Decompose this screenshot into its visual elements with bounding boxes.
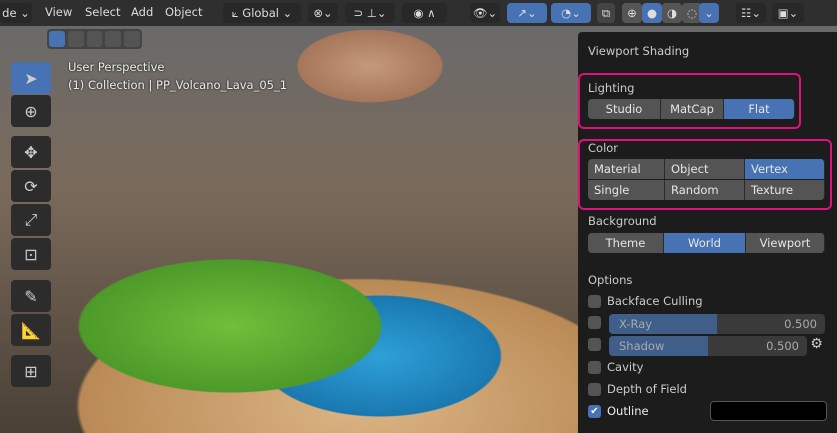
transform-orientation-select[interactable]: ⟀ Global ⌄: [223, 3, 301, 23]
checkbox-icon: [588, 360, 601, 374]
menu-object[interactable]: Object: [165, 5, 202, 19]
color-label: Color: [588, 141, 619, 155]
depth-of-field-checkbox[interactable]: Depth of Field: [588, 382, 687, 396]
menu-view[interactable]: View: [45, 5, 72, 19]
menu-select[interactable]: Select: [85, 5, 120, 19]
color-random-button[interactable]: Random: [665, 180, 745, 200]
wireframe-shading-button[interactable]: ⊕: [622, 3, 642, 23]
background-label: Background: [588, 214, 657, 228]
shadow-checkbox[interactable]: [588, 338, 601, 351]
lighting-flat-button[interactable]: Flat: [724, 99, 795, 119]
checkbox-icon: [588, 294, 601, 308]
color-material-button[interactable]: Material: [588, 159, 665, 179]
cavity-checkbox[interactable]: Cavity: [588, 360, 643, 374]
gizmo-toggle-button[interactable]: ↗⌄: [507, 3, 547, 23]
shadow-intensity-slider[interactable]: Shadow 0.500: [609, 336, 807, 356]
select-box-tool-icon[interactable]: ➤: [11, 62, 51, 94]
lighting-label: Lighting: [588, 81, 635, 95]
checkbox-icon: [588, 316, 601, 329]
shading-dropdown-button[interactable]: ⌄: [699, 3, 719, 23]
xray-label: X-Ray: [619, 317, 653, 331]
color-vertex-button[interactable]: Vertex: [745, 159, 825, 179]
lighting-studio-button[interactable]: Studio: [588, 99, 661, 119]
visibility-button[interactable]: 👁⌄: [470, 3, 500, 23]
backface-culling-label: Backface Culling: [607, 294, 703, 308]
rotate-tool-icon[interactable]: ⟳: [11, 170, 51, 202]
color-single-button[interactable]: Single: [588, 180, 665, 200]
orientation-icon: ⟀: [231, 5, 239, 20]
overlays-toggle-button[interactable]: ◔⌄: [551, 3, 591, 23]
select-extend-icon[interactable]: [67, 31, 84, 47]
outline-color-swatch[interactable]: [710, 401, 827, 421]
move-tool-icon[interactable]: ✥: [11, 136, 51, 168]
checkbox-icon: [588, 382, 601, 396]
pivot-point-button[interactable]: ⊗⌄: [308, 3, 338, 23]
select-new-icon[interactable]: [49, 31, 65, 47]
shadow-label: Shadow: [619, 339, 665, 353]
popover-title: Viewport Shading: [588, 44, 690, 58]
checkbox-icon: [588, 338, 601, 351]
cavity-label: Cavity: [607, 360, 644, 374]
xray-alpha-slider[interactable]: X-Ray 0.500: [609, 314, 825, 334]
backface-culling-checkbox[interactable]: Backface Culling: [588, 294, 703, 308]
outliner-filter-button[interactable]: ☷⌄: [736, 3, 766, 23]
background-viewport-button[interactable]: Viewport: [746, 233, 825, 253]
transform-tool-icon[interactable]: ⊡: [11, 238, 51, 270]
depth-of-field-label: Depth of Field: [607, 382, 687, 396]
menu-add[interactable]: Add: [131, 5, 153, 19]
proportional-editing-button[interactable]: ◉ ∧: [402, 3, 447, 23]
select-invert-icon[interactable]: [105, 31, 122, 47]
color-object-button[interactable]: Object: [665, 159, 745, 179]
snap-button[interactable]: ⊃ ⊥⌄: [345, 3, 395, 23]
mode-label: de: [2, 6, 17, 20]
add-cube-tool-icon[interactable]: ⊞: [11, 355, 51, 387]
scale-tool-icon[interactable]: ⤢: [11, 204, 51, 236]
solid-shading-button[interactable]: ●: [642, 3, 662, 23]
outline-checkbox[interactable]: ✔ Outline: [588, 404, 649, 418]
annotate-tool-icon[interactable]: ✎: [11, 280, 51, 312]
collection-label: (1) Collection | PP_Volcano_Lava_05_1: [68, 78, 288, 92]
xray-checkbox[interactable]: [588, 316, 601, 329]
options-label: Options: [588, 273, 633, 287]
background-theme-button[interactable]: Theme: [588, 233, 664, 253]
viewport-header: de ⌄ View Select Add Object ⟀ Global ⌄ ⊗…: [0, 0, 837, 26]
measure-tool-icon[interactable]: 📐: [11, 314, 51, 346]
material-preview-button[interactable]: ◑: [662, 3, 682, 23]
select-subtract-icon[interactable]: [86, 31, 103, 47]
display-mode-button[interactable]: ▣⌄: [772, 3, 804, 23]
select-intersect-icon[interactable]: [124, 31, 140, 47]
perspective-label: User Perspective: [68, 60, 165, 74]
outline-label: Outline: [607, 404, 649, 418]
color-texture-button[interactable]: Texture: [745, 180, 825, 200]
shadow-value: 0.500: [766, 339, 799, 353]
cursor-tool-icon[interactable]: ⊕: [11, 95, 51, 127]
xray-value: 0.500: [784, 317, 817, 331]
background-world-button[interactable]: World: [664, 233, 746, 253]
mode-select[interactable]: de ⌄: [0, 3, 32, 23]
orientation-label: Global: [242, 6, 279, 20]
xray-toggle-button[interactable]: ⧉: [597, 3, 615, 23]
lighting-matcap-button[interactable]: MatCap: [661, 99, 724, 119]
selection-mode-buttons: [47, 29, 142, 49]
shadow-settings-gear-icon[interactable]: ⚙: [808, 336, 825, 356]
viewport-shading-popover: Viewport Shading Lighting Studio MatCap …: [578, 32, 837, 433]
checkmark-icon: ✔: [588, 404, 601, 418]
